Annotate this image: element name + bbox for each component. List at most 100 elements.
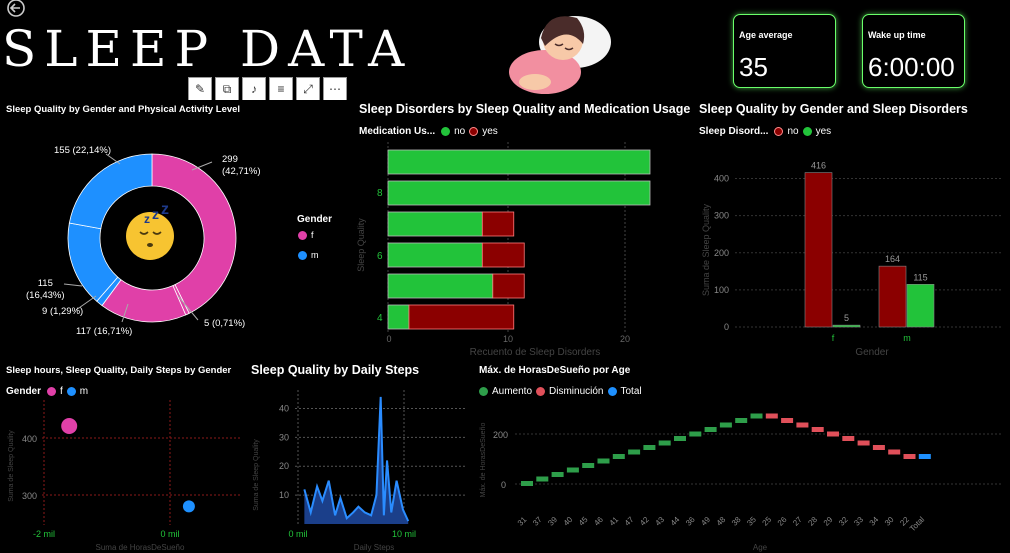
y-tick: 0 [724, 322, 729, 332]
waterfall-increase [643, 445, 656, 450]
focus-mode-icon[interactable]: ⤢ [296, 77, 320, 101]
bar-yes [481, 211, 515, 237]
x-tick: 38 [730, 515, 743, 528]
x-tick: 31 [516, 515, 529, 528]
waterfall-increase [689, 431, 702, 437]
x-tick: 36 [684, 515, 697, 528]
x-tick: 39 [546, 515, 559, 528]
y-tick: 0 [501, 480, 506, 490]
filter-icon[interactable]: ≡ [269, 77, 293, 101]
y-tick: 30 [279, 432, 289, 442]
donut-label-value: 117 [76, 326, 92, 337]
waterfall-increase [735, 418, 748, 423]
x-tick: 0 mil [288, 529, 307, 539]
x-axis-label: Gender [855, 347, 889, 358]
bar-no [387, 180, 651, 206]
x-tick: 29 [822, 515, 835, 528]
donut-label-pct: (16,43%) [26, 290, 65, 301]
bar-no [387, 149, 651, 175]
x-tick: 10 mil [392, 529, 416, 539]
x-tick: 26 [776, 515, 789, 528]
gender-disorders-panel[interactable]: Sleep Quality by Gender and Sleep Disord… [697, 100, 1008, 358]
wake-up-time-label: Wake up time [868, 30, 926, 40]
age-average-card: Age average 35 [733, 14, 836, 88]
donut-label-pct: (1,29%) [49, 306, 84, 317]
x-tick: 10 [503, 334, 513, 344]
x-tick: 46 [592, 515, 605, 528]
more-options-icon[interactable]: ⋯ [323, 77, 347, 101]
x-tick: f [832, 333, 835, 343]
x-tick: 35 [745, 515, 758, 528]
svg-text:z: z [161, 201, 169, 218]
page-title: SLEEP DATA [2, 20, 413, 78]
donut-label-9: 9 (1,29%) [42, 306, 83, 317]
bar-yes [804, 172, 833, 328]
bell-icon[interactable]: ♪ [242, 77, 266, 101]
waterfall-decrease [903, 454, 916, 459]
donut-panel[interactable]: Sleep Quality by Gender and Physical Act… [2, 100, 352, 358]
x-tick: 25 [761, 515, 774, 528]
waterfall-panel[interactable]: Máx. de HorasDeSueño por Age Aumento Dis… [475, 360, 1008, 553]
y-tick: 300 [22, 491, 37, 501]
y-axis-label: Suma de Sleep Quality [8, 430, 15, 502]
legend-item-m[interactable]: m [298, 250, 319, 260]
daily-steps-panel[interactable]: Sleep Quality by Daily Steps Suma de Sle… [249, 360, 471, 553]
donut-label-value: 115 [37, 278, 53, 289]
waterfall-increase [612, 454, 625, 459]
data-label: 115 [913, 272, 927, 282]
y-tick: 300 [714, 211, 729, 221]
disorders-medication-panel[interactable]: Sleep Disorders by Sleep Quality and Med… [355, 100, 695, 358]
x-tick: 47 [623, 515, 636, 528]
visual-toolbar: ✎ ⧉ ♪ ≡ ⤢ ⋯ [188, 77, 347, 101]
waterfall-chart: Máx. de HorasDeSueño 200 0 Age 31 37 39 40 4… [480, 413, 1003, 552]
data-label: 416 [811, 161, 826, 171]
x-axis-label: Age [753, 543, 768, 552]
donut-label-117: 117 (16,71%) [76, 326, 132, 337]
waterfall-decrease [796, 422, 809, 428]
waterfall-decrease [827, 431, 839, 437]
x-tick: 33 [852, 515, 865, 528]
scatter-point-f [61, 418, 78, 435]
back-icon[interactable] [6, 0, 26, 20]
x-tick: 45 [577, 515, 590, 528]
waterfall-increase [597, 458, 610, 464]
waterfall-increase [658, 440, 671, 446]
x-axis-label: Suma de HorasDeSueño [96, 543, 185, 552]
wake-up-time-card: Wake up time 6:00:00 [862, 14, 965, 88]
hours-steps-panel[interactable]: Sleep hours, Sleep Quality, Daily Steps … [2, 360, 245, 553]
bar-no [832, 324, 861, 328]
waterfall-decrease [888, 449, 901, 455]
sleeping-girl-illustration [505, 2, 615, 97]
waterfall-decrease [781, 418, 794, 423]
age-average-value: 35 [739, 52, 768, 82]
hours-steps-chart: Suma de Sleep Quality 400 300 -2 mil 0 m… [8, 400, 240, 552]
waterfall-increase [628, 449, 641, 455]
x-tick: 48 [715, 515, 728, 528]
donut-label-299: 299 (42,71%) [222, 154, 261, 178]
disorders-medication-chart: Sleep Quality 8 6 4 0 10 20 Recuento de … [356, 142, 651, 358]
y-tick: 40 [279, 403, 289, 413]
x-axis-label: Recuento de Sleep Disorders [470, 347, 601, 358]
bar-no [906, 284, 935, 328]
y-tick: 6 [377, 251, 383, 262]
donut-label-5: 5 (0,71%) [204, 318, 245, 329]
wake-up-time-value: 6:00:00 [868, 52, 955, 82]
x-tick: 20 [620, 334, 630, 344]
waterfall-increase [750, 413, 763, 419]
y-axis-label: Suma de Sleep Quality [253, 439, 260, 511]
waterfall-increase [674, 436, 686, 441]
donut-label-pct: (42,71%) [222, 166, 261, 177]
gender-disorders-chart: Suma de Sleep Quality Gender 400 300 200 10… [701, 161, 1002, 358]
pin-icon[interactable]: ✎ [188, 77, 212, 101]
y-tick: 400 [22, 434, 37, 444]
x-tick: 40 [562, 515, 575, 528]
waterfall-increase [704, 427, 717, 432]
legend-item-f[interactable]: f [298, 230, 314, 240]
y-tick: 20 [279, 461, 289, 471]
sleepy-emoji-icon [126, 212, 174, 260]
donut-label-pct: (16,71%) [93, 326, 133, 337]
donut-label-pct: (22,14%) [72, 145, 112, 156]
bar-no [387, 242, 483, 268]
copy-icon[interactable]: ⧉ [215, 77, 239, 101]
donut-label-value: 299 [222, 154, 238, 165]
